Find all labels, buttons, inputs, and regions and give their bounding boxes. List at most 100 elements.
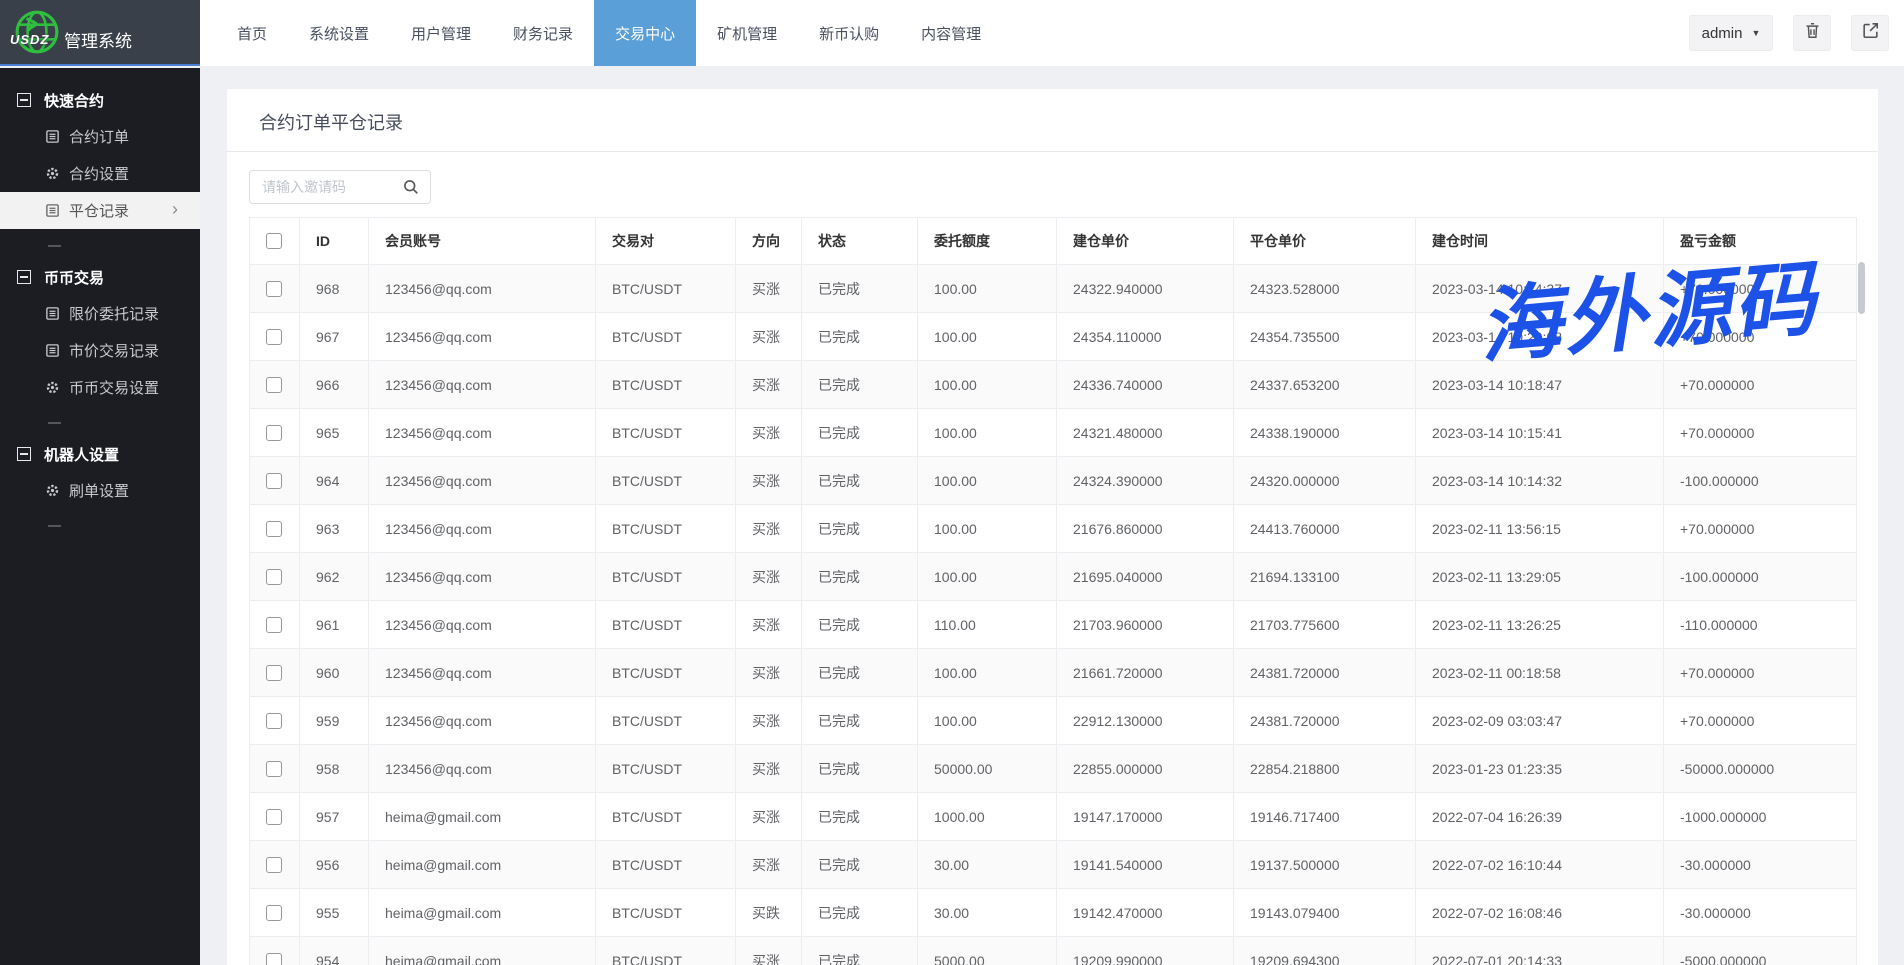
cell-status: 已完成 [802,505,918,553]
cell-status: 已完成 [802,265,918,313]
clear-cache-button[interactable] [1793,15,1831,51]
row-checkbox[interactable] [266,329,282,345]
cell-account: 123456@qq.com [369,649,596,697]
cell-open_price: 22912.130000 [1057,697,1234,745]
nav-item-6[interactable]: 新币认购 [798,0,900,66]
cell-id: 967 [300,313,369,361]
nav-item-1[interactable]: 系统设置 [288,0,390,66]
cell-amount: 100.00 [918,553,1057,601]
cell-amount: 100.00 [918,697,1057,745]
cell-status: 已完成 [802,889,918,937]
row-checkbox[interactable] [266,857,282,873]
cell-amount: 100.00 [918,409,1057,457]
logout-button[interactable] [1851,15,1889,51]
cell-id: 957 [300,793,369,841]
table-row: 964123456@qq.comBTC/USDT买涨已完成100.0024324… [250,457,1857,505]
cell-profit: -100.000000 [1664,457,1857,505]
row-checkbox[interactable] [266,617,282,633]
sidebar-divider [48,245,61,247]
cell-status: 已完成 [802,361,918,409]
sidebar-item-刷单设置[interactable]: 刷单设置 [0,472,200,509]
cell-profit: +70.000000 [1664,649,1857,697]
nav-item-4[interactable]: 交易中心 [594,0,696,66]
nav-item-3[interactable]: 财务记录 [492,0,594,66]
row-checkbox[interactable] [266,425,282,441]
cell-open_price: 24321.480000 [1057,409,1234,457]
cell-close_price: 21703.775600 [1234,601,1416,649]
row-checkbox[interactable] [266,473,282,489]
cell-direction: 买涨 [736,649,802,697]
cell-id: 959 [300,697,369,745]
cell-open_price: 19209.990000 [1057,937,1234,965]
sidebar-item-平仓记录[interactable]: 平仓记录› [0,192,200,229]
collapse-icon [17,447,31,461]
scrollbar-thumb[interactable] [1858,262,1865,314]
cell-pair: BTC/USDT [596,505,736,553]
cell-direction: 买涨 [736,793,802,841]
table-row: 958123456@qq.comBTC/USDT买涨已完成50000.00228… [250,745,1857,793]
nav-item-2[interactable]: 用户管理 [390,0,492,66]
select-all-checkbox[interactable] [266,233,282,249]
cell-amount: 100.00 [918,505,1057,553]
cell-open_price: 24324.390000 [1057,457,1234,505]
globe-icon: USDZ [14,9,60,55]
sidebar-item-合约订单[interactable]: 合约订单 [0,118,200,155]
cell-pair: BTC/USDT [596,697,736,745]
top-nav: 首页系统设置用户管理财务记录交易中心矿机管理新币认购内容管理 [216,0,1002,66]
search-icon[interactable] [402,178,420,201]
sidebar: 快速合约合约订单合约设置平仓记录› 币币交易限价委托记录市价交易记录币币交易设置机… [0,68,200,965]
cell-checkbox [250,649,300,697]
nav-item-7[interactable]: 内容管理 [900,0,1002,66]
cell-id: 966 [300,361,369,409]
cell-close_price: 24381.720000 [1234,697,1416,745]
row-checkbox[interactable] [266,809,282,825]
cell-account: 123456@qq.com [369,697,596,745]
sidebar-item-币币交易设置[interactable]: 币币交易设置 [0,369,200,406]
cell-profit: +70.000000 [1664,409,1857,457]
row-checkbox[interactable] [266,569,282,585]
row-checkbox[interactable] [266,665,282,681]
row-checkbox[interactable] [266,281,282,297]
table-row: 954heima@gmail.comBTC/USDT买涨已完成5000.0019… [250,937,1857,965]
nav-item-0[interactable]: 首页 [216,0,288,66]
nav-item-5[interactable]: 矿机管理 [696,0,798,66]
cell-account: 123456@qq.com [369,313,596,361]
cell-direction: 买涨 [736,553,802,601]
table-row: 968123456@qq.comBTC/USDT买涨已完成100.0024322… [250,265,1857,313]
cell-id: 955 [300,889,369,937]
row-checkbox[interactable] [266,905,282,921]
cell-profit: +70.000000 [1664,697,1857,745]
row-checkbox[interactable] [266,521,282,537]
sidebar-section-title-1[interactable]: 币币交易 [0,259,200,295]
row-checkbox[interactable] [266,761,282,777]
cell-open_time: 2023-03-14 10:15:41 [1416,409,1664,457]
cell-close_price: 24320.000000 [1234,457,1416,505]
row-checkbox[interactable] [266,713,282,729]
sidebar-item-合约设置[interactable]: 合约设置 [0,155,200,192]
cell-status: 已完成 [802,697,918,745]
cell-open_time: 2022-07-02 16:08:46 [1416,889,1664,937]
list-icon [45,343,60,358]
cell-account: heima@gmail.com [369,937,596,965]
cell-open_time: 2023-03-14 10:24:37 [1416,265,1664,313]
admin-dropdown-button[interactable]: admin ▼ [1689,15,1773,51]
sidebar-item-市价交易记录[interactable]: 市价交易记录 [0,332,200,369]
search-box [249,170,431,204]
row-checkbox[interactable] [266,953,282,965]
cell-id: 968 [300,265,369,313]
sidebar-section-title-2[interactable]: 机器人设置 [0,436,200,472]
cell-account: 123456@qq.com [369,457,596,505]
sidebar-divider [48,525,61,527]
sidebar-item-限价委托记录[interactable]: 限价委托记录 [0,295,200,332]
cell-account: 123456@qq.com [369,553,596,601]
cell-open_price: 19142.470000 [1057,889,1234,937]
cell-id: 960 [300,649,369,697]
cell-close_price: 19137.500000 [1234,841,1416,889]
cell-open_price: 22855.000000 [1057,745,1234,793]
header-checkbox-cell [250,218,300,265]
cell-close_price: 24413.760000 [1234,505,1416,553]
row-checkbox[interactable] [266,377,282,393]
cell-id: 954 [300,937,369,965]
cell-direction: 买涨 [736,313,802,361]
sidebar-section-title-0[interactable]: 快速合约 [0,82,200,118]
